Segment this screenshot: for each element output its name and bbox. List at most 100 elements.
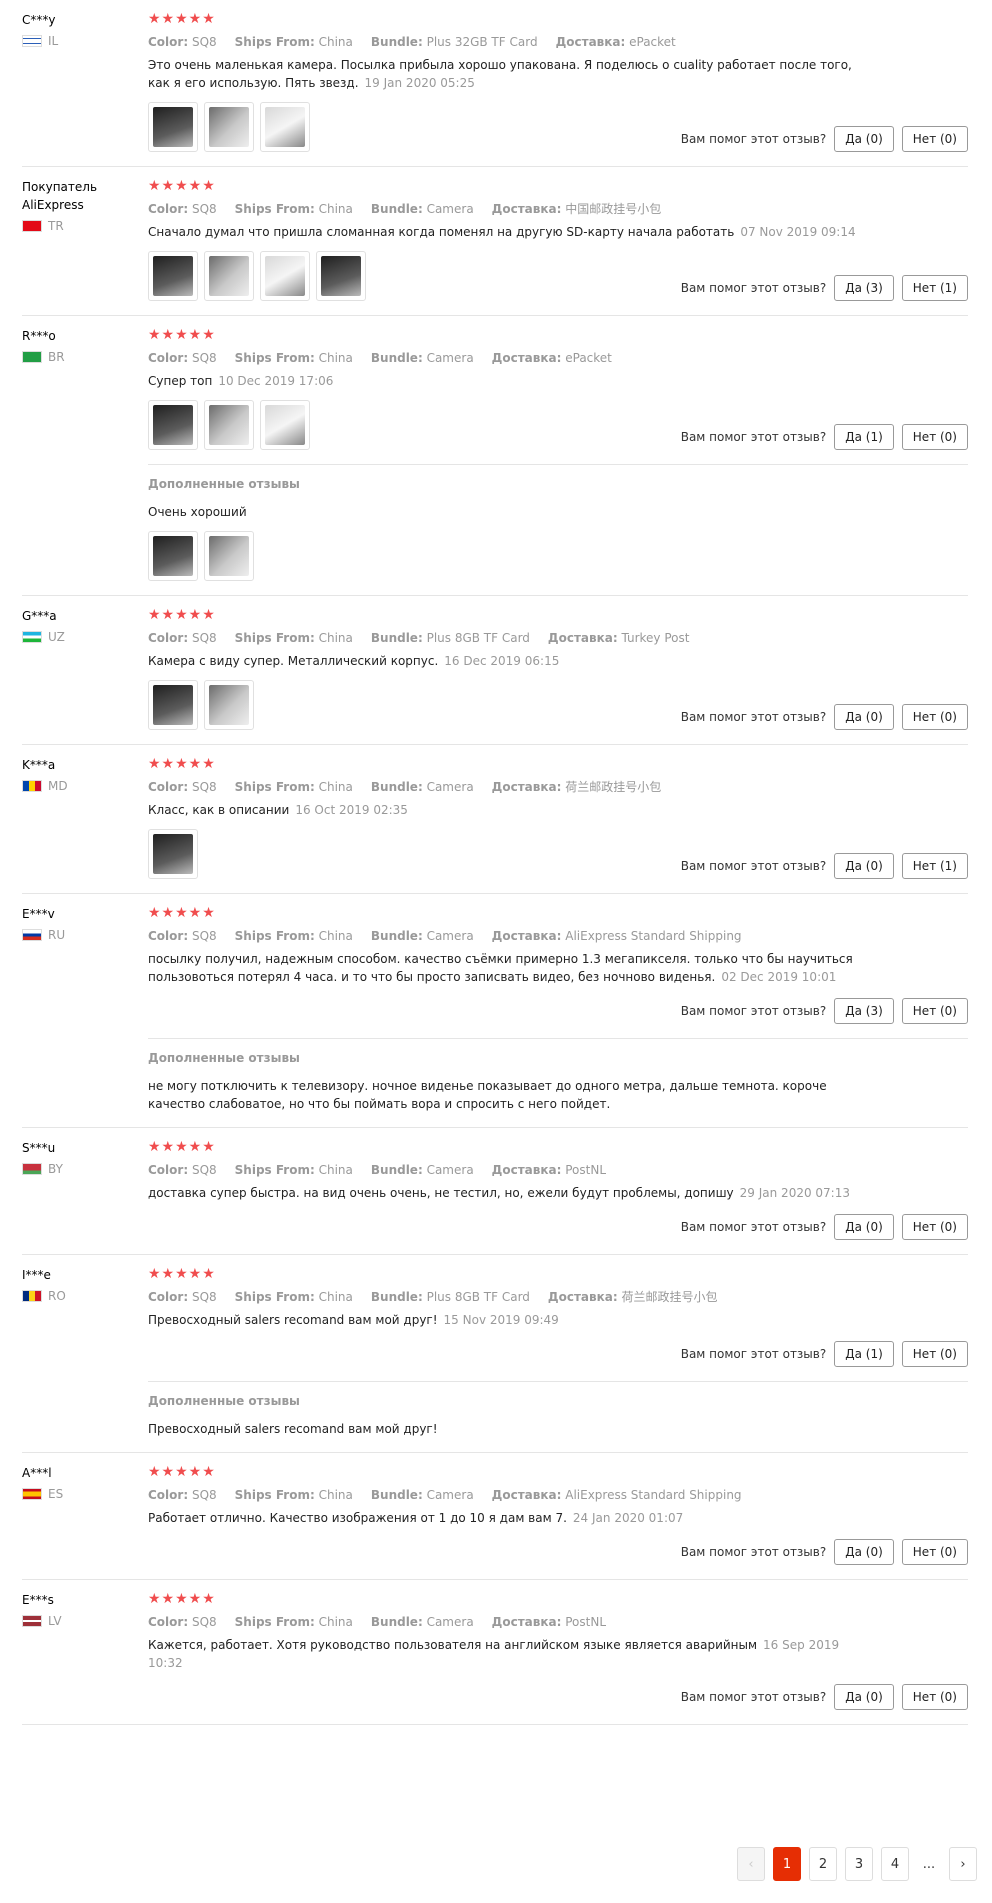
reviewer-name: C***y bbox=[22, 13, 56, 27]
review-photo-thumbnail[interactable] bbox=[148, 400, 198, 450]
ships-from-value: China bbox=[318, 1290, 353, 1304]
delivery-label: Доставка: bbox=[491, 1615, 562, 1629]
page-1-button[interactable]: 1 bbox=[773, 1847, 801, 1881]
color-label: Color: bbox=[148, 35, 189, 49]
helpful-yes-button[interactable]: Да (0) bbox=[834, 126, 894, 152]
review-date: 15 Nov 2019 09:49 bbox=[443, 1313, 559, 1327]
page-3-button[interactable]: 3 bbox=[845, 1847, 873, 1881]
helpful-question: Вам помог этот отзыв? bbox=[680, 1347, 827, 1361]
helpful-yes-button[interactable]: Да (0) bbox=[834, 1214, 894, 1240]
review-text: Класс, как в описании 16 Oct 2019 02:35 bbox=[148, 801, 868, 819]
helpful-question: Вам помог этот отзыв? bbox=[680, 281, 827, 295]
rating-stars-icon: ★★★★★ bbox=[148, 905, 216, 921]
helpful-yes-button[interactable]: Да (0) bbox=[834, 1539, 894, 1565]
next-page-button[interactable]: › bbox=[949, 1847, 977, 1881]
review-photo-thumbnail[interactable] bbox=[316, 251, 366, 301]
review-photo-thumbnail[interactable] bbox=[148, 102, 198, 152]
ships-from-label: Ships From: bbox=[234, 351, 315, 365]
helpful-no-button[interactable]: Нет (0) bbox=[901, 1341, 968, 1367]
rating-stars-icon: ★★★★★ bbox=[148, 327, 216, 343]
helpful-yes-button[interactable]: Да (3) bbox=[834, 275, 894, 301]
color-label: Color: bbox=[148, 780, 189, 794]
review-text: Это очень маленькая камера. Посылка приб… bbox=[148, 56, 868, 92]
helpful-vote: Вам помог этот отзыв? Да (0) Нет (0) bbox=[681, 1214, 968, 1240]
reviewer-name: G***a bbox=[22, 609, 57, 623]
helpful-no-button[interactable]: Нет (1) bbox=[901, 275, 968, 301]
review-text: Кажется, работает. Хотя руководство поль… bbox=[148, 1636, 868, 1672]
country-flag-icon bbox=[22, 780, 42, 792]
review-photo-thumbnail[interactable] bbox=[204, 251, 254, 301]
reviewer-country: IL bbox=[22, 34, 148, 48]
review-photo-thumbnail[interactable] bbox=[204, 680, 254, 730]
country-code: MD bbox=[48, 779, 68, 793]
bundle-value: Plus 8GB TF Card bbox=[426, 631, 530, 645]
pagination-ellipsis: ... bbox=[917, 1847, 941, 1881]
country-code: RO bbox=[48, 1289, 66, 1303]
additional-review-title: Дополненные отзывы bbox=[148, 477, 300, 491]
helpful-no-button[interactable]: Нет (0) bbox=[901, 1539, 968, 1565]
review-item: Покупатель AliExpress TR ★★★★★ Color: SQ8 Sh… bbox=[22, 167, 968, 316]
country-code: TR bbox=[48, 219, 64, 233]
color-label: Color: bbox=[148, 1488, 189, 1502]
helpful-question: Вам помог этот отзыв? bbox=[680, 1220, 827, 1234]
helpful-no-button[interactable]: Нет (0) bbox=[901, 704, 968, 730]
additional-review-text: Очень хороший bbox=[148, 505, 247, 519]
color-label: Color: bbox=[148, 929, 189, 943]
helpful-yes-button[interactable]: Да (3) bbox=[834, 998, 894, 1024]
ships-from-label: Ships From: bbox=[234, 1163, 315, 1177]
helpful-no-button[interactable]: Нет (0) bbox=[901, 998, 968, 1024]
additional-review: Дополненные отзывы Очень хороший bbox=[148, 464, 968, 581]
helpful-yes-button[interactable]: Да (0) bbox=[834, 853, 894, 879]
review-photo-thumbnail[interactable] bbox=[148, 829, 198, 879]
rating-stars-icon: ★★★★★ bbox=[148, 178, 216, 194]
ships-from-label: Ships From: bbox=[234, 1290, 315, 1304]
helpful-no-button[interactable]: Нет (0) bbox=[901, 424, 968, 450]
review-date: 16 Oct 2019 02:35 bbox=[295, 803, 408, 817]
delivery-value: ePacket bbox=[565, 351, 612, 365]
review-photo-thumbnail[interactable] bbox=[204, 531, 254, 581]
ships-from-label: Ships From: bbox=[234, 929, 315, 943]
ships-from-value: China bbox=[318, 1488, 353, 1502]
helpful-no-button[interactable]: Нет (1) bbox=[901, 853, 968, 879]
review-photo-thumbnail[interactable] bbox=[260, 400, 310, 450]
review-photo-thumbnail[interactable] bbox=[204, 400, 254, 450]
bundle-value: Plus 8GB TF Card bbox=[426, 1290, 530, 1304]
bundle-value: Camera bbox=[426, 780, 474, 794]
delivery-label: Доставка: bbox=[491, 1488, 562, 1502]
review-photo-thumbnail[interactable] bbox=[148, 531, 198, 581]
delivery-value: 荷兰邮政挂号小包 bbox=[565, 780, 662, 794]
review-photo-thumbnail[interactable] bbox=[260, 251, 310, 301]
review-body: Класс, как в описании bbox=[148, 803, 290, 817]
reviewer-country: RO bbox=[22, 1289, 148, 1303]
reviewer-country: BY bbox=[22, 1162, 148, 1176]
helpful-yes-button[interactable]: Да (1) bbox=[834, 424, 894, 450]
helpful-no-button[interactable]: Нет (0) bbox=[901, 1684, 968, 1710]
helpful-yes-button[interactable]: Да (0) bbox=[834, 1684, 894, 1710]
review-item: C***y IL ★★★★★ Color: SQ8 Ships From: China B… bbox=[22, 0, 968, 167]
helpful-vote: Вам помог этот отзыв? Да (0) Нет (0) bbox=[681, 1539, 968, 1565]
delivery-label: Доставка: bbox=[491, 351, 562, 365]
helpful-yes-button[interactable]: Да (1) bbox=[834, 1341, 894, 1367]
delivery-value: 荷兰邮政挂号小包 bbox=[621, 1290, 718, 1304]
review-photo-thumbnail[interactable] bbox=[260, 102, 310, 152]
reviewer-name: Покупатель AliExpress bbox=[22, 180, 98, 212]
helpful-vote: Вам помог этот отзыв? Да (0) Нет (0) bbox=[681, 704, 968, 730]
page-4-button[interactable]: 4 bbox=[881, 1847, 909, 1881]
review-item: E***v RU ★★★★★ Color: SQ8 Ships From: China B… bbox=[22, 894, 968, 1128]
page-2-button[interactable]: 2 bbox=[809, 1847, 837, 1881]
helpful-question: Вам помог этот отзыв? bbox=[680, 1004, 827, 1018]
prev-page-button[interactable]: ‹ bbox=[737, 1847, 765, 1881]
reviews-list: C***y IL ★★★★★ Color: SQ8 Ships From: China B… bbox=[0, 0, 992, 1903]
helpful-yes-button[interactable]: Да (0) bbox=[834, 704, 894, 730]
color-value: SQ8 bbox=[191, 35, 217, 49]
review-photo-thumbnail[interactable] bbox=[148, 680, 198, 730]
review-photo-thumbnail[interactable] bbox=[204, 102, 254, 152]
color-label: Color: bbox=[148, 631, 189, 645]
review-photo-thumbnail[interactable] bbox=[148, 251, 198, 301]
helpful-question: Вам помог этот отзыв? bbox=[680, 859, 827, 873]
helpful-no-button[interactable]: Нет (0) bbox=[901, 1214, 968, 1240]
additional-review-text: не могу потключить к телевизору. ночное … bbox=[148, 1079, 827, 1111]
country-flag-icon bbox=[22, 631, 42, 643]
helpful-vote: Вам помог этот отзыв? Да (0) Нет (0) bbox=[681, 1684, 968, 1710]
helpful-no-button[interactable]: Нет (0) bbox=[901, 126, 968, 152]
